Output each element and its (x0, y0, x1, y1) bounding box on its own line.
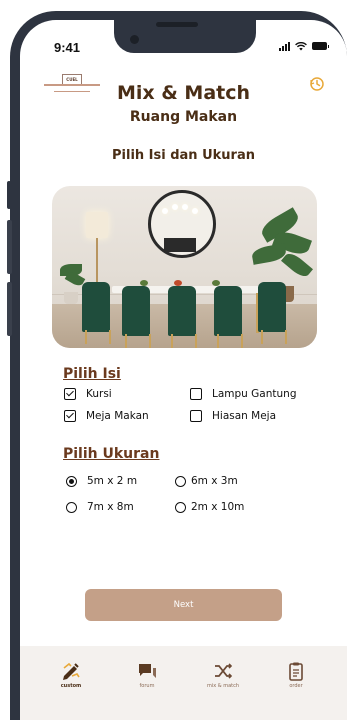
shuffle-icon (215, 663, 233, 679)
radio-5x2[interactable] (66, 475, 77, 487)
camera (130, 35, 139, 44)
signal-icon (279, 41, 290, 51)
size-option-2x10[interactable]: 2m x 10m (175, 501, 244, 513)
notch (114, 20, 256, 53)
radio-2x10[interactable] (175, 501, 186, 513)
pilih-isi-label: Pilih Isi (63, 366, 121, 382)
clipboard-icon (289, 662, 303, 681)
checkbox-kursi[interactable] (64, 388, 76, 400)
checkbox-hiasan-meja[interactable] (190, 410, 202, 422)
size-option-5x2[interactable]: 5m x 2 m (66, 475, 137, 487)
page-subtitle: Ruang Makan (129, 109, 238, 125)
dining-room-photo (52, 186, 317, 348)
volume-down-button (7, 282, 12, 336)
size-6x3-label: 6m x 3m (191, 475, 238, 487)
option-meja-makan-label: Meja Makan (86, 410, 149, 422)
option-kursi-label: Kursi (86, 388, 112, 400)
radio-7x8[interactable] (66, 501, 77, 513)
size-option-6x3[interactable]: 6m x 3m (175, 475, 238, 487)
status-icons (279, 41, 329, 51)
nav-forum[interactable]: forum (127, 660, 167, 700)
radio-6x3[interactable] (175, 475, 186, 487)
option-hiasan-meja[interactable]: Hiasan Meja (190, 410, 276, 422)
checkbox-lampu-gantung[interactable] (190, 388, 202, 400)
nav-mix-match-label: mix & match (206, 683, 240, 689)
nav-order[interactable]: order (276, 660, 316, 700)
nav-mix-match[interactable]: mix & match (203, 660, 243, 700)
status-time: 9:41 (54, 40, 81, 55)
size-7x8-label: 7m x 8m (87, 501, 134, 513)
size-option-7x8[interactable]: 7m x 8m (66, 501, 134, 513)
battery-icon (312, 42, 329, 50)
app-screen: 9:41 CUEL Mix & Match Ruang Makan Pilih … (20, 20, 347, 720)
forum-icon (139, 664, 156, 678)
wifi-icon (295, 41, 307, 50)
volume-up-button (7, 220, 12, 274)
nav-order-label: order (289, 683, 303, 689)
nav-forum-label: forum (139, 683, 155, 689)
checkbox-meja-makan[interactable] (64, 410, 76, 422)
option-lampu-gantung-label: Lampu Gantung (212, 388, 297, 400)
nav-custom-label: custom (60, 683, 82, 689)
custom-icon (63, 662, 80, 680)
option-meja-makan[interactable]: Meja Makan (64, 410, 149, 422)
pilih-ukuran-label: Pilih Ukuran (63, 446, 160, 462)
size-2x10-label: 2m x 10m (191, 501, 245, 513)
next-button[interactable]: Next (85, 589, 282, 621)
page-title: Mix & Match (116, 82, 251, 104)
option-kursi[interactable]: Kursi (64, 388, 112, 400)
speaker (156, 22, 198, 27)
option-hiasan-meja-label: Hiasan Meja (212, 410, 277, 422)
nav-custom[interactable]: custom (51, 660, 91, 700)
section-heading: Pilih Isi dan Ukuran (112, 148, 255, 163)
option-lampu-gantung[interactable]: Lampu Gantung (190, 388, 297, 400)
size-5x2-label: 5m x 2 m (87, 475, 138, 487)
